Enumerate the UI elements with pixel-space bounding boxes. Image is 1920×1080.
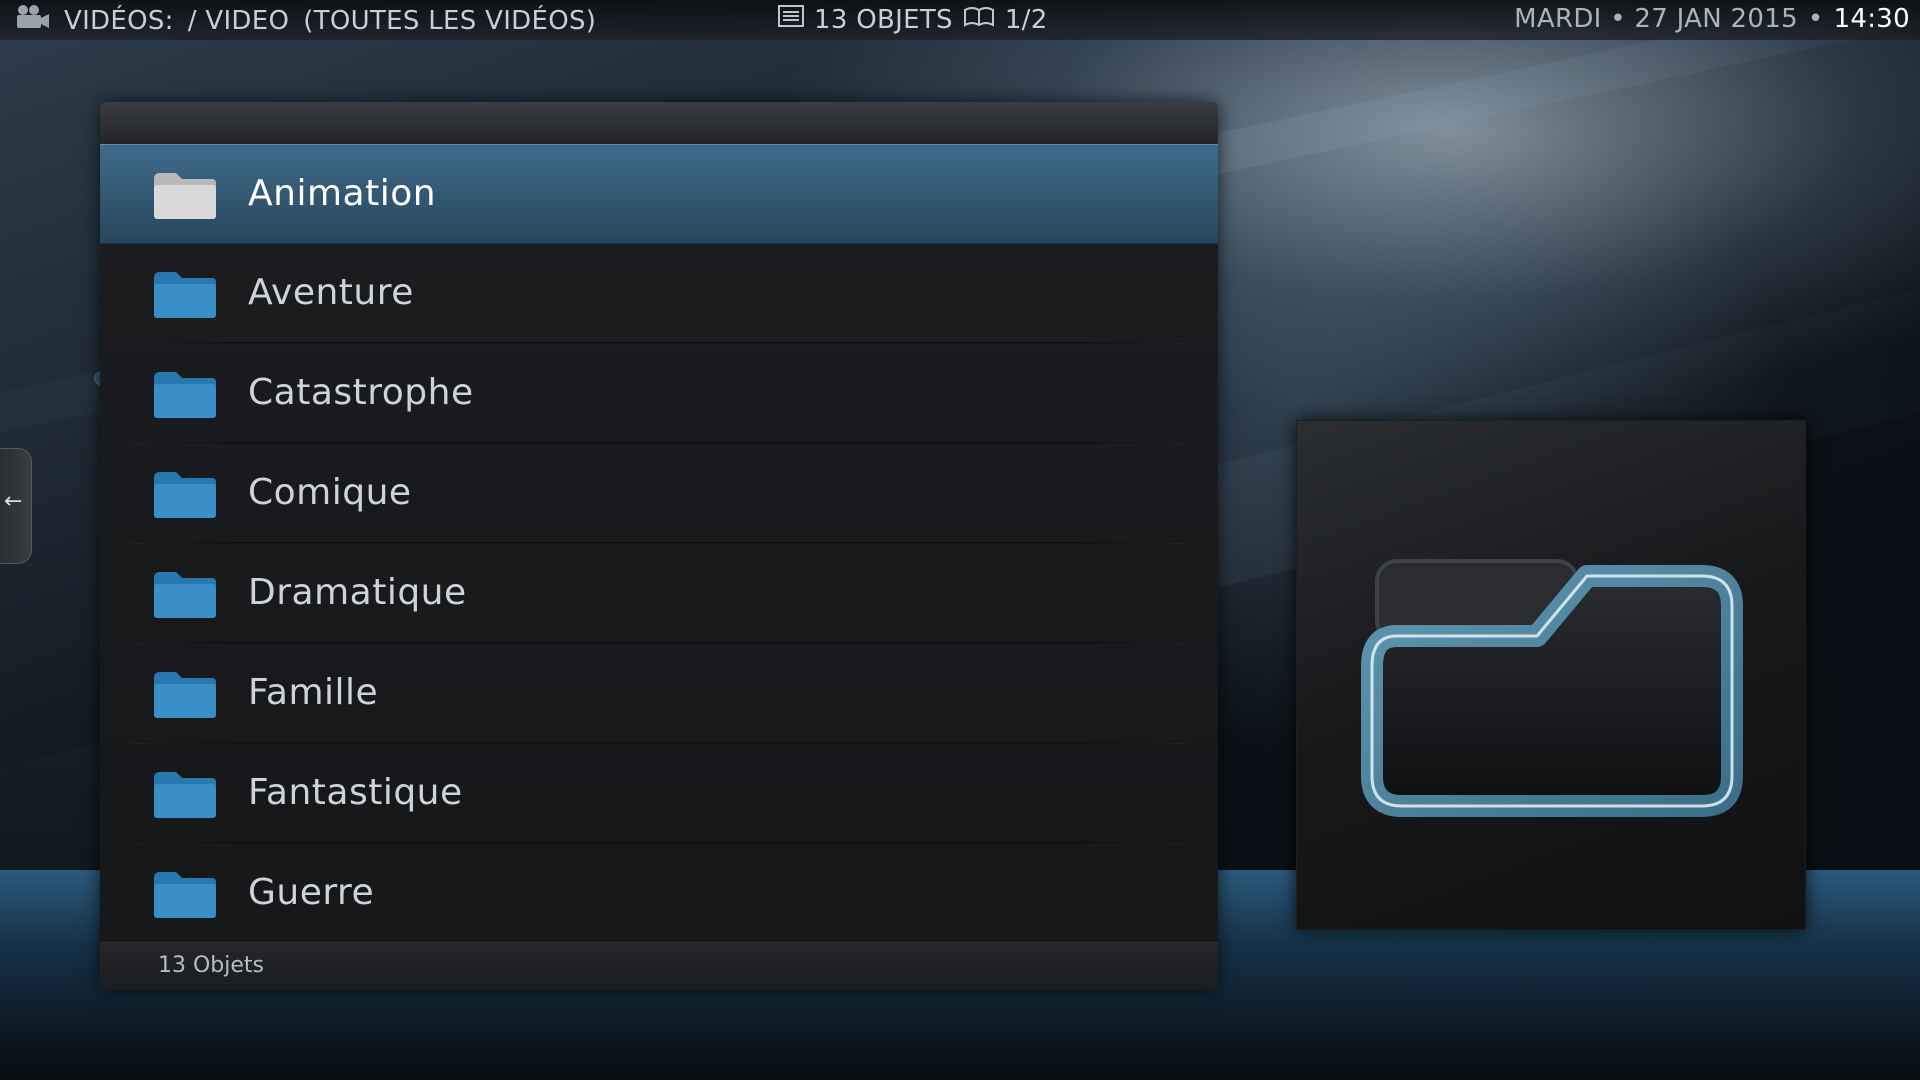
list-item[interactable]: Famille (100, 644, 1218, 744)
folder-list: Animation Aventure Catastrophe Comique Drama… (100, 144, 1218, 944)
folder-icon (152, 270, 218, 320)
separator: • (1807, 4, 1824, 34)
list-icon (778, 4, 804, 35)
preview-thumbnail (1296, 420, 1806, 930)
filter-label: (TOUTES LES VIDÉOS) (303, 5, 597, 36)
panel-footer: 13 Objets (100, 942, 1218, 990)
current-path: / VIDEO (187, 5, 290, 36)
folder-icon (152, 370, 218, 420)
date-label: MARDI • 27 JAN 2015 (1514, 4, 1798, 34)
side-menu-tab[interactable]: ← (0, 448, 32, 564)
item-info: 13 OBJETS 1/2 (778, 4, 1048, 35)
list-item[interactable]: Aventure (100, 244, 1218, 344)
list-item[interactable]: Catastrophe (100, 344, 1218, 444)
item-count-footer: 13 Objets (158, 953, 265, 978)
list-item[interactable]: Comique (100, 444, 1218, 544)
clock: 14:30 (1833, 4, 1910, 34)
date-time: MARDI • 27 JAN 2015 • 14:30 (1514, 4, 1910, 34)
list-item-label: Famille (248, 672, 379, 713)
page-indicator: 1/2 (1004, 4, 1048, 35)
film-camera-icon (14, 4, 50, 37)
item-count: 13 OBJETS (814, 4, 953, 35)
list-item-label: Aventure (248, 272, 414, 313)
file-list-panel: Animation Aventure Catastrophe Comique Drama… (100, 102, 1218, 990)
list-item-label: Fantastique (248, 772, 463, 813)
section-title: VIDÉOS: (64, 5, 174, 36)
arrow-left-icon: ← (4, 489, 23, 514)
book-icon (963, 4, 995, 35)
folder-icon (152, 570, 218, 620)
folder-icon (152, 670, 218, 720)
list-item[interactable]: Guerre (100, 844, 1218, 944)
list-item-label: Comique (248, 472, 412, 513)
folder-icon (152, 171, 218, 221)
list-item-label: Guerre (248, 872, 375, 913)
folder-icon (152, 770, 218, 820)
breadcrumb: VIDÉOS: / VIDEO (TOUTES LES VIDÉOS) (14, 4, 596, 37)
panel-header (100, 102, 1218, 144)
list-item-label: Dramatique (248, 572, 467, 613)
top-bar: VIDÉOS: / VIDEO (TOUTES LES VIDÉOS) 13 O… (0, 0, 1920, 40)
list-item-label: Catastrophe (248, 372, 474, 413)
list-item[interactable]: Dramatique (100, 544, 1218, 644)
folder-icon (152, 870, 218, 920)
list-item[interactable]: Animation (100, 144, 1218, 244)
folder-icon (152, 470, 218, 520)
folder-icon (1361, 559, 1743, 817)
list-item-label: Animation (248, 173, 437, 214)
media-center-screen: VIDÉOS: / VIDEO (TOUTES LES VIDÉOS) 13 O… (0, 0, 1920, 1080)
list-item[interactable]: Fantastique (100, 744, 1218, 844)
